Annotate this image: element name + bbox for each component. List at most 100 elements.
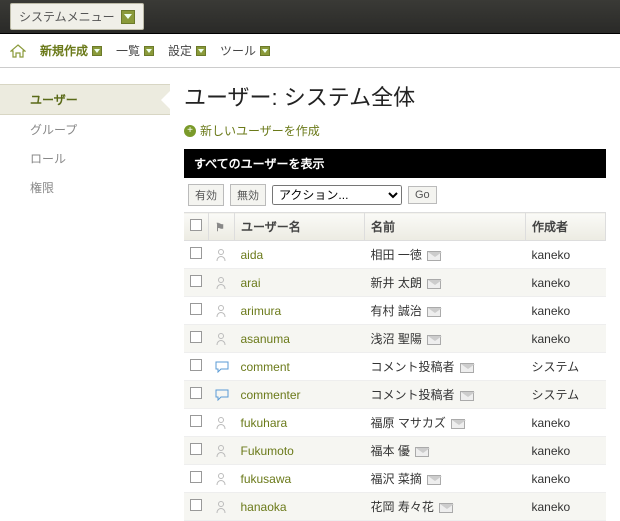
nav-list-label: 一覧	[116, 42, 140, 59]
dropdown-icon	[260, 46, 270, 56]
row-checkbox[interactable]	[190, 247, 202, 259]
row-checkbox[interactable]	[190, 415, 202, 427]
row-checkbox[interactable]	[190, 359, 202, 371]
name-cell: 新井 太朗	[365, 269, 526, 297]
row-checkbox[interactable]	[190, 387, 202, 399]
col-name[interactable]: 名前	[365, 213, 526, 241]
create-user-link[interactable]: + 新しいユーザーを作成	[184, 122, 606, 139]
dropdown-icon	[92, 46, 102, 56]
table-row: asanuma 浅沼 聖陽kaneko	[184, 325, 606, 353]
system-menu-button[interactable]: システムメニュー	[10, 3, 144, 30]
person-icon	[215, 276, 229, 290]
name-cell: 花岡 寿々花	[365, 493, 526, 521]
nav-settings-label: 設定	[168, 42, 192, 59]
table-row: commenter コメント投稿者システム	[184, 381, 606, 409]
flag-icon	[215, 220, 225, 232]
mail-icon[interactable]	[439, 503, 453, 513]
disable-button[interactable]: 無効	[230, 184, 266, 206]
create-user-label: 新しいユーザーを作成	[200, 122, 320, 139]
row-checkbox[interactable]	[190, 331, 202, 343]
toolbar: 有効 無効 アクション... Go	[184, 178, 606, 212]
mail-icon[interactable]	[427, 251, 441, 261]
creator-cell: kaneko	[526, 437, 606, 465]
row-checkbox[interactable]	[190, 499, 202, 511]
dropdown-icon	[196, 46, 206, 56]
system-menu-label: システムメニュー	[19, 8, 115, 25]
table-row: arai 新井 太朗kaneko	[184, 269, 606, 297]
table-row: Fukumoto福本 優kaneko	[184, 437, 606, 465]
name-cell: コメント投稿者	[365, 381, 526, 409]
topbar: システムメニュー	[0, 0, 620, 34]
creator-cell: システム	[526, 381, 606, 409]
mail-icon[interactable]	[460, 363, 474, 373]
row-checkbox[interactable]	[190, 443, 202, 455]
sidebar-item-2[interactable]: ロール	[0, 144, 170, 173]
table-row: fukuhara福原 マサカズkaneko	[184, 409, 606, 437]
table-row: arimura有村 誠治kaneko	[184, 297, 606, 325]
enable-button[interactable]: 有効	[188, 184, 224, 206]
sidebar-item-3[interactable]: 権限	[0, 173, 170, 202]
dropdown-icon	[144, 46, 154, 56]
col-flag[interactable]	[209, 213, 235, 241]
person-icon	[215, 472, 229, 486]
row-checkbox[interactable]	[190, 275, 202, 287]
checkbox-icon[interactable]	[190, 219, 202, 231]
nav-create[interactable]: 新規作成	[40, 42, 102, 59]
username-link[interactable]: hanaoka	[241, 500, 287, 514]
person-icon	[215, 444, 229, 458]
name-cell: 相田 一徳	[365, 241, 526, 269]
plus-icon: +	[184, 125, 196, 137]
go-button[interactable]: Go	[408, 186, 437, 204]
username-link[interactable]: commenter	[241, 388, 301, 402]
home-icon[interactable]	[10, 44, 26, 58]
comment-icon	[215, 361, 229, 373]
name-cell: 浅沼 聖陽	[365, 325, 526, 353]
main: ユーザー: システム全体 + 新しいユーザーを作成 すべてのユーザーを表示 有効…	[170, 68, 620, 521]
creator-cell: kaneko	[526, 297, 606, 325]
creator-cell: システム	[526, 353, 606, 381]
mail-icon[interactable]	[451, 419, 465, 429]
mail-icon[interactable]	[415, 447, 429, 457]
username-link[interactable]: aida	[241, 248, 264, 262]
person-icon	[215, 248, 229, 262]
username-link[interactable]: arimura	[241, 304, 282, 318]
action-select[interactable]: アクション...	[272, 185, 402, 205]
nav-settings[interactable]: 設定	[168, 42, 206, 59]
users-table: ユーザー名 名前 作成者 aida相田 一徳kanekoarai新井 太朗kan…	[184, 212, 606, 521]
username-link[interactable]: comment	[241, 360, 290, 374]
row-checkbox[interactable]	[190, 303, 202, 315]
mail-icon[interactable]	[427, 279, 441, 289]
person-icon	[215, 304, 229, 318]
col-checkbox[interactable]	[184, 213, 209, 241]
table-row: hanaoka花岡 寿々花kaneko	[184, 493, 606, 521]
person-icon	[215, 416, 229, 430]
col-username[interactable]: ユーザー名	[235, 213, 365, 241]
table-row: comment コメント投稿者システム	[184, 353, 606, 381]
table-row: aida相田 一徳kaneko	[184, 241, 606, 269]
table-row: fukusawa 福沢 菜摘kaneko	[184, 465, 606, 493]
name-cell: 福沢 菜摘	[365, 465, 526, 493]
nav-tools[interactable]: ツール	[220, 42, 270, 59]
creator-cell: kaneko	[526, 325, 606, 353]
username-link[interactable]: fukusawa	[241, 472, 292, 486]
row-checkbox[interactable]	[190, 471, 202, 483]
username-link[interactable]: asanuma	[241, 332, 290, 346]
name-cell: コメント投稿者	[365, 353, 526, 381]
col-creator[interactable]: 作成者	[526, 213, 606, 241]
list-heading: すべてのユーザーを表示	[184, 149, 606, 178]
name-cell: 福原 マサカズ	[365, 409, 526, 437]
mail-icon[interactable]	[460, 391, 474, 401]
username-link[interactable]: arai	[241, 276, 261, 290]
nav-list[interactable]: 一覧	[116, 42, 154, 59]
navbar: 新規作成 一覧 設定 ツール	[0, 34, 620, 68]
mail-icon[interactable]	[427, 307, 441, 317]
mail-icon[interactable]	[427, 475, 441, 485]
creator-cell: kaneko	[526, 465, 606, 493]
username-link[interactable]: Fukumoto	[241, 444, 294, 458]
creator-cell: kaneko	[526, 269, 606, 297]
nav-create-label: 新規作成	[40, 42, 88, 59]
mail-icon[interactable]	[427, 335, 441, 345]
sidebar-item-0[interactable]: ユーザー	[0, 84, 170, 115]
sidebar-item-1[interactable]: グループ	[0, 115, 170, 144]
username-link[interactable]: fukuhara	[241, 416, 288, 430]
